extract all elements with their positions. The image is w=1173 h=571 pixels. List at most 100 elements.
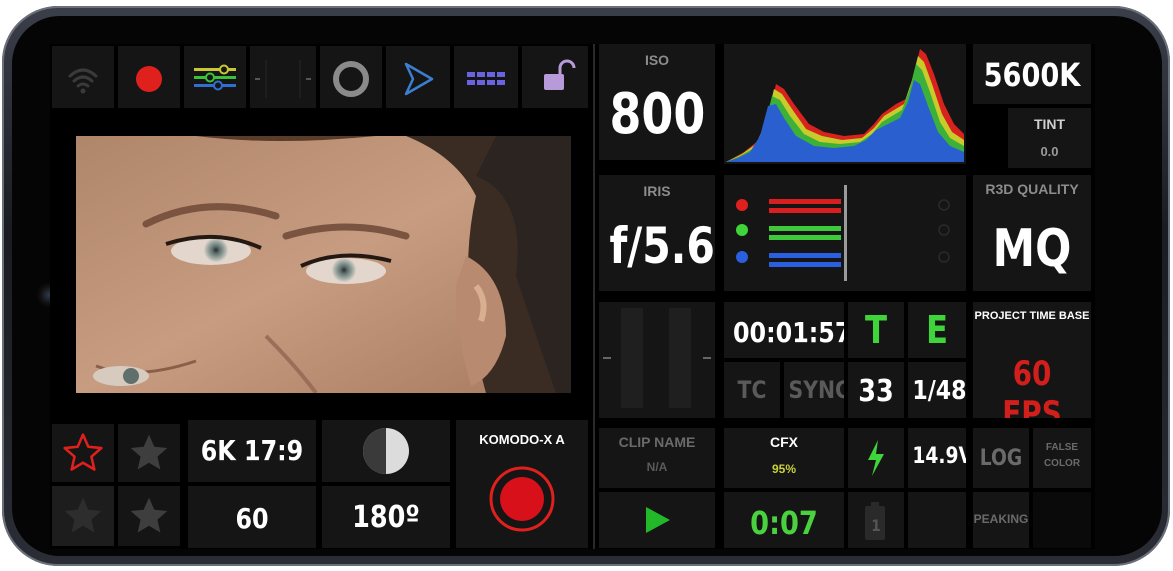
- rgb-levels-icon: [736, 185, 950, 281]
- unlock-icon: [544, 59, 576, 90]
- e-indicator[interactable]: E: [908, 302, 966, 358]
- tint-button[interactable]: TINT 0.0: [1008, 108, 1091, 168]
- wifi-button[interactable]: [52, 46, 114, 108]
- play-icon: [646, 507, 670, 533]
- iso-label: ISO: [644, 52, 670, 68]
- camera-name: KOMODO-X A: [479, 432, 565, 447]
- resolution-value: 6K 17:9: [200, 434, 304, 467]
- sliders-icon: [194, 64, 236, 91]
- ring-icon: [333, 61, 369, 97]
- battery-slot-label: 1: [871, 516, 881, 535]
- false-color-label-2: COLOR: [1043, 458, 1081, 469]
- ring-button[interactable]: [320, 46, 382, 108]
- audio-meter-panel[interactable]: [599, 302, 715, 418]
- empty-slot: [1033, 492, 1091, 548]
- rating-star-2-button[interactable]: [118, 424, 180, 482]
- sync-label: SYNC: [788, 376, 845, 404]
- panel-divider: [593, 44, 595, 549]
- rating-star-3-button[interactable]: [52, 486, 114, 546]
- star-icon: [130, 434, 168, 470]
- half-circle-icon: [363, 428, 409, 474]
- live-view-image: [76, 136, 571, 393]
- resolution-button[interactable]: 6K 17:9: [188, 420, 316, 482]
- r3d-quality-label: R3D QUALITY: [985, 181, 1079, 197]
- play-button[interactable]: [599, 492, 715, 548]
- live-view[interactable]: [76, 136, 571, 393]
- exposure-button[interactable]: [322, 420, 450, 482]
- rating-star-4-button[interactable]: [118, 486, 180, 546]
- timecode-value: 00:01:57: [733, 316, 844, 349]
- log-label: LOG: [979, 446, 1023, 471]
- audio-meter-button[interactable]: [250, 46, 316, 108]
- t-value-button[interactable]: 33: [848, 362, 904, 418]
- histogram-graph: [726, 49, 964, 162]
- waveform-icon: [255, 60, 311, 98]
- tint-label: TINT: [1033, 116, 1066, 132]
- star-icon: [64, 497, 102, 533]
- clip-name-value: N/A: [646, 460, 668, 474]
- rgb-levels-panel[interactable]: [724, 175, 966, 291]
- voltage-button[interactable]: 14.9V: [908, 428, 966, 488]
- tint-value: 0.0: [1040, 144, 1059, 159]
- star-outline-icon: [63, 433, 103, 471]
- cfx-remaining: 0:07: [750, 504, 818, 542]
- r3d-quality-value: MQ: [992, 219, 1072, 279]
- peaking-label: PEAKING: [973, 512, 1029, 526]
- iris-button[interactable]: IRIS f/5.6: [599, 175, 715, 291]
- false-color-button[interactable]: FALSE COLOR: [1033, 428, 1091, 488]
- fps-button[interactable]: 60: [188, 486, 316, 548]
- iris-label: IRIS: [643, 183, 671, 199]
- empty-slot: [908, 492, 966, 548]
- shutter-angle-button[interactable]: 180º: [322, 486, 450, 548]
- lightning-icon: [868, 440, 884, 476]
- cfx-button[interactable]: CFX 95%: [724, 428, 844, 488]
- shutter-angle-value: 180º: [352, 500, 420, 535]
- tc-label: TC: [737, 376, 767, 404]
- cfx-label: CFX: [770, 434, 798, 450]
- project-time-base-value: 60 FPS: [1002, 354, 1062, 418]
- app-screen: 6K 17:9 60 180º KOMODO-X A ISO 800 5600K…: [50, 44, 1095, 549]
- cfx-percent: 95%: [771, 462, 797, 476]
- t-value: 33: [858, 374, 894, 409]
- play-outline-icon: [404, 62, 434, 96]
- lock-button[interactable]: [522, 46, 588, 108]
- timecode-button[interactable]: 00:01:57: [724, 302, 844, 358]
- record-button[interactable]: [487, 464, 557, 534]
- peaking-button[interactable]: PEAKING: [973, 492, 1029, 548]
- white-balance-button[interactable]: 5600K: [973, 44, 1091, 104]
- record-dot-icon: [136, 66, 162, 92]
- t-indicator[interactable]: T: [848, 302, 904, 358]
- e-value-button[interactable]: 1/48: [908, 362, 966, 418]
- clip-name-button[interactable]: CLIP NAME N/A: [599, 428, 715, 488]
- t-label: T: [864, 308, 888, 352]
- iso-value: 800: [609, 82, 706, 147]
- wifi-icon: [68, 68, 98, 94]
- e-label: E: [925, 308, 949, 352]
- clip-name-label: CLIP NAME: [618, 434, 696, 450]
- sliders-button[interactable]: [184, 46, 246, 108]
- record-panel: KOMODO-X A: [456, 420, 588, 548]
- tc-button[interactable]: TC: [724, 362, 780, 418]
- kelvin-value: 5600K: [983, 56, 1081, 94]
- rating-star-1-button[interactable]: [52, 424, 114, 482]
- grid-icon: [467, 72, 505, 85]
- iris-value: f/5.6: [609, 217, 715, 275]
- e-value: 1/48: [912, 376, 966, 406]
- battery-slot-button[interactable]: 1: [848, 492, 904, 548]
- playback-button[interactable]: [386, 46, 450, 108]
- histogram[interactable]: [724, 44, 966, 164]
- log-button[interactable]: LOG: [973, 428, 1029, 488]
- audio-meter-icon: [603, 308, 711, 408]
- project-time-base-button[interactable]: PROJECT TIME BASE 60 FPS: [973, 302, 1091, 418]
- project-time-base-label: PROJECT TIME BASE: [974, 310, 1090, 322]
- false-color-label-1: FALSE: [1045, 442, 1079, 453]
- iso-button[interactable]: ISO 800: [599, 44, 715, 160]
- sync-button[interactable]: SYNC: [784, 362, 844, 418]
- fps-value: 60: [235, 502, 269, 535]
- record-indicator-button[interactable]: [118, 46, 180, 108]
- voltage-value: 14.9V: [912, 444, 966, 469]
- grid-button[interactable]: [454, 46, 518, 108]
- power-button[interactable]: [848, 428, 904, 488]
- cfx-remaining-button[interactable]: 0:07: [724, 492, 844, 548]
- r3d-quality-button[interactable]: R3D QUALITY MQ: [973, 175, 1091, 291]
